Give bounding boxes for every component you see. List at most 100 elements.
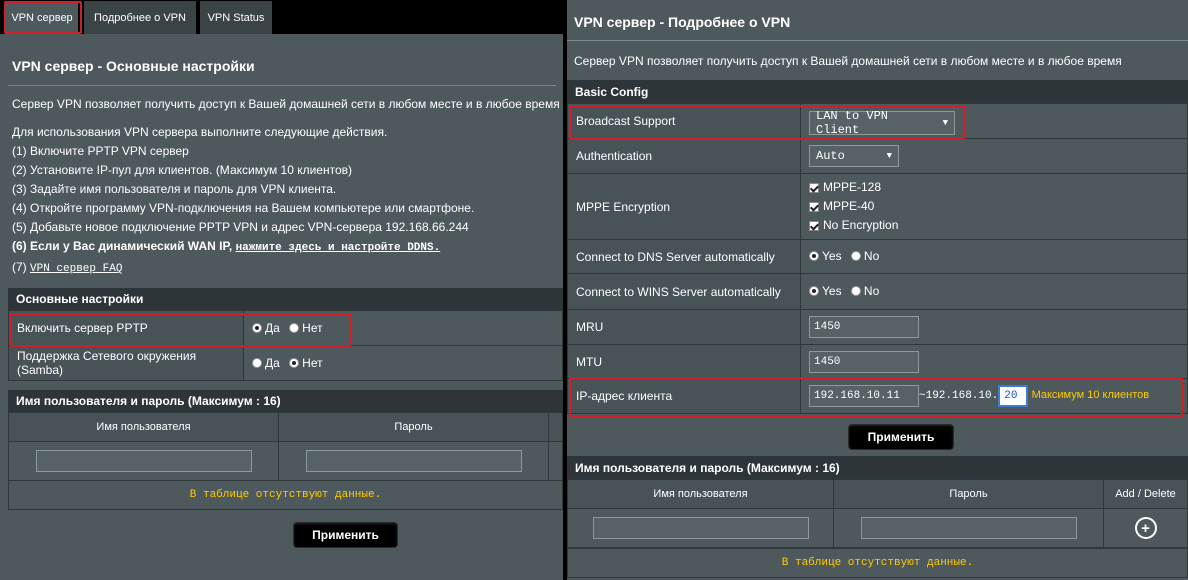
basic-settings-table: Включить сервер PPTP Да Нет Поддержка Се… [8,310,563,381]
col-username: Имя пользователя [567,479,834,509]
col-add-delete: Add / Delete [1103,479,1188,509]
ip-end-input[interactable] [998,385,1029,407]
radio-label: Да [265,355,280,370]
page-title: VPN сервер - Основные настройки [12,58,255,74]
dns-no-radio[interactable]: No [850,249,879,263]
vpn-faq-link[interactable]: VPN сервер FAQ [30,263,122,275]
step-6-text: (6) Если у Вас динамический WAN IP, [12,239,236,253]
password-cell [278,441,549,481]
broadcast-row: Broadcast Support LAN to VPN Client ▼ [567,103,1188,139]
max-clients-hint: Максимум 10 клиентов [1031,389,1150,401]
mru-input[interactable] [809,316,919,338]
users-header: Имя пользователя и пароль (Максимум : 16… [8,390,563,412]
username-input[interactable] [35,450,252,472]
intro-text: Сервер VPN позволяет получить доступ к В… [574,54,1122,68]
dns-label: Connect to DNS Server automatically [567,239,801,274]
wins-yes-radio[interactable]: Yes [809,284,842,298]
add-user-icon[interactable]: + [1134,517,1157,539]
step-2: (2) Установите IP-пул для клиентов. (Мак… [12,163,353,177]
users-table: Имя пользователя Пароль Add / Delete + [567,479,1188,548]
radio-label: Yes [822,249,842,263]
wins-cell: Yes No [800,273,1188,310]
pptp-no-radio[interactable]: Нет [289,321,323,335]
col-password: Пароль [833,479,1104,509]
tab-vpn-server[interactable]: VPN сервер [6,1,78,34]
ip-start-input[interactable] [809,385,919,407]
checkbox-checked-icon [809,201,819,212]
radio-empty-icon [252,357,262,368]
tab-bar: VPN сервер Подробнее о VPN VPN Status [0,0,563,34]
username-input[interactable] [592,517,809,539]
broadcast-label: Broadcast Support [567,103,801,139]
checkbox-label: MPPE-40 [823,199,875,213]
password-input[interactable] [305,450,522,472]
no-encryption-checkbox[interactable]: No Encryption [809,216,1179,235]
mppe-40-checkbox[interactable]: MPPE-40 [809,197,1179,216]
checkbox-label: MPPE-128 [823,180,882,194]
vpn-server-basic-panel: VPN сервер Подробнее о VPN VPN Status VP… [0,0,563,580]
wins-label: Connect to WINS Server automatically [567,273,801,310]
radio-selected-icon [809,286,819,296]
basic-settings-header: Основные настройки [8,288,563,310]
dns-yes-radio[interactable]: Yes [809,249,842,263]
mtu-cell [800,344,1188,379]
radio-label: Да [265,320,280,335]
step-6: (6) Если у Вас динамический WAN IP, нажм… [12,237,474,258]
step-7: (7) VPN сервер FAQ [12,258,474,279]
plus-icon: + [1136,519,1155,537]
pptp-enable-row: Включить сервер PPTP Да Нет [8,310,563,346]
step-3: (3) Задайте имя пользователя и пароль дл… [12,182,337,196]
dropdown-arrow-icon: ▼ [886,151,892,161]
empty-table-message: В таблице отсутствуют данные. [8,480,563,510]
radio-selected-icon [809,251,819,261]
basic-config-header: Basic Config [567,80,1188,103]
tab-vpn-details[interactable]: Подробнее о VPN [84,1,196,34]
steps-heading: Для использования VPN сервера выполните … [12,125,388,139]
broadcast-select[interactable]: LAN to VPN Client ▼ [809,109,955,137]
pptp-enable-label: Включить сервер PPTP [8,310,244,346]
mru-row: MRU [567,309,1188,345]
username-cell [8,441,279,481]
steps-list: Для использования VPN сервера выполните … [12,123,474,279]
checkbox-checked-icon [809,220,819,231]
radio-empty-icon [289,322,300,333]
auth-label: Authentication [567,138,801,174]
apply-button[interactable]: Применить [848,424,954,450]
client-ip-cell: ~192.168.10. Максимум 10 клиентов [800,378,1188,414]
radio-label: No [863,284,880,298]
step-4: (4) Откройте программу VPN-подключения н… [12,201,475,215]
ddns-link[interactable]: нажмите здесь и настройте DDNS. [236,242,441,254]
pptp-enable-options: Да Нет [243,310,563,346]
mru-cell [800,309,1188,345]
apply-button[interactable]: Применить [293,522,398,548]
dropdown-arrow-icon: ▼ [942,117,948,128]
ip-range-separator: ~192.168.10. [919,390,999,402]
samba-yes-radio[interactable]: Да [252,356,280,370]
checkbox-checked-icon [809,182,819,193]
radio-selected-icon [289,357,300,368]
password-input[interactable] [860,517,1077,539]
auth-select[interactable]: Auto ▼ [809,145,899,167]
auth-cell: Auto ▼ [800,138,1188,174]
mru-label: MRU [567,309,801,345]
divider [567,40,1188,41]
col-username: Имя пользователя [8,412,279,442]
col-add [548,412,563,442]
username-cell [567,508,834,548]
auth-row: Authentication Auto ▼ [567,138,1188,174]
mppe-label: MPPE Encryption [567,173,801,240]
samba-options: Да Нет [243,345,563,381]
step-1: (1) Включите PPTP VPN сервер [12,144,189,158]
radio-empty-icon [850,251,861,261]
dns-row: Connect to DNS Server automatically Yes … [567,239,1188,274]
mtu-input[interactable] [809,350,919,373]
checkbox-label: No Encryption [823,218,899,232]
mppe-128-checkbox[interactable]: MPPE-128 [809,178,1179,197]
tab-vpn-status[interactable]: VPN Status [200,1,272,34]
wins-no-radio[interactable]: No [850,284,880,298]
users-header: Имя пользователя и пароль (Максимум : 16… [567,456,1188,479]
samba-no-radio[interactable]: Нет [289,356,323,370]
mtu-row: MTU [567,344,1188,379]
pptp-yes-radio[interactable]: Да [252,321,280,335]
dns-cell: Yes No [800,239,1188,274]
